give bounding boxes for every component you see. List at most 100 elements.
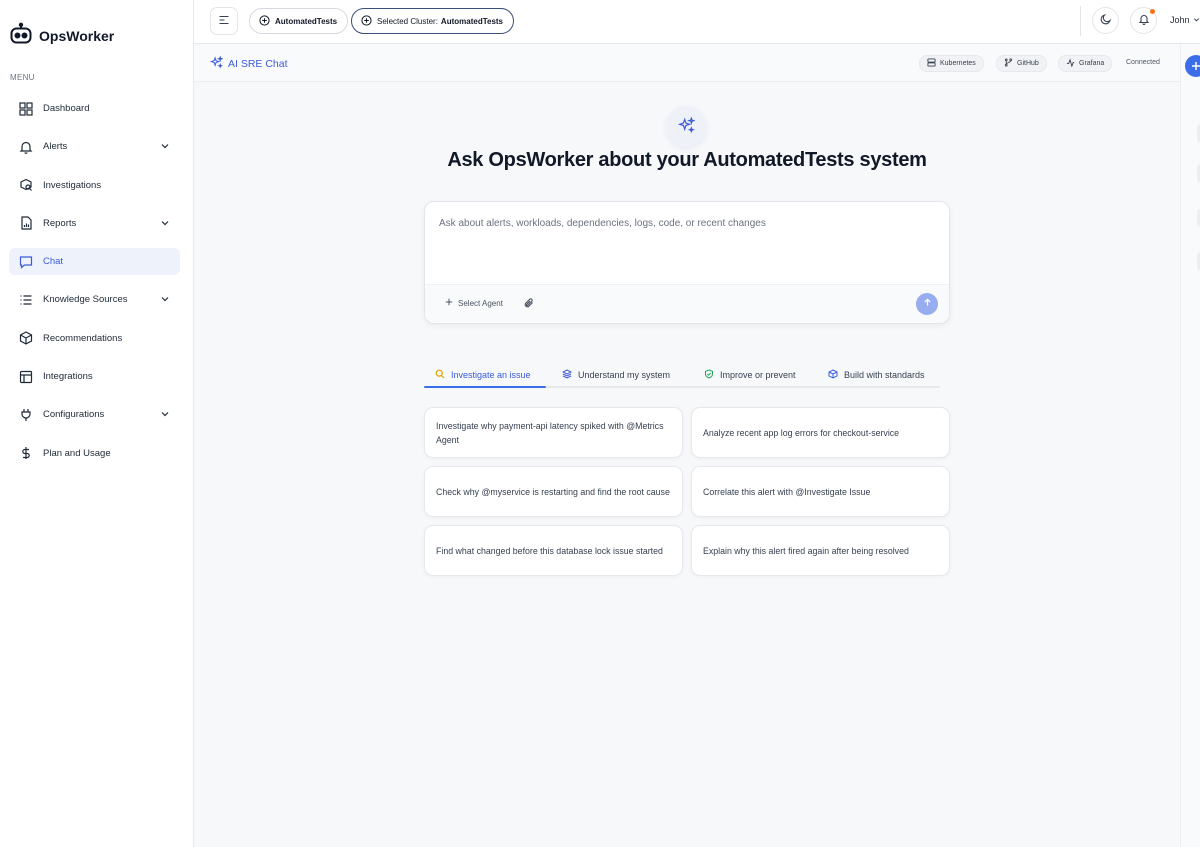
- chat-title: AI SRE Chat: [209, 55, 288, 72]
- chevron-down-icon: [160, 294, 170, 307]
- tab-rule: [546, 386, 940, 388]
- sparkles-icon: [677, 115, 696, 137]
- app-name: OpsWorker: [39, 27, 115, 44]
- sidebar-item-reports[interactable]: Reports: [9, 210, 180, 237]
- sidebar-item-knowledge-sources[interactable]: Knowledge Sources: [9, 286, 180, 313]
- workspace-selector[interactable]: AutomatedTests: [249, 8, 349, 34]
- composer-footer: Select Agent: [425, 284, 949, 323]
- sidebar-item-label: Chat: [43, 256, 64, 268]
- cluster-label: Selected Cluster:: [377, 16, 438, 26]
- sidebar-item-alerts[interactable]: Alerts: [9, 133, 180, 160]
- send-button[interactable]: [916, 293, 938, 315]
- suggestion-card[interactable]: Find what changed before this database l…: [424, 525, 683, 576]
- chip-grafana[interactable]: Grafana: [1058, 55, 1113, 72]
- cluster-selector[interactable]: Selected Cluster: AutomatedTests: [351, 8, 515, 34]
- tab-label: Understand my system: [578, 370, 671, 380]
- chip-label: Grafana: [1079, 60, 1105, 67]
- logo[interactable]: OpsWorker: [9, 22, 114, 49]
- chevron-down-icon: [160, 409, 170, 422]
- chevron-down-icon: [1193, 15, 1200, 25]
- chat-input[interactable]: [439, 218, 935, 278]
- sidebar: OpsWorker MENU Dashboard Alerts Investig…: [0, 0, 194, 847]
- attach-button[interactable]: [523, 297, 535, 312]
- new-chat-button[interactable]: [1185, 55, 1200, 77]
- layers-icon: [561, 369, 573, 381]
- cube-icon: [828, 369, 838, 381]
- sidebar-item-recommendations[interactable]: Recommendations: [9, 325, 180, 352]
- chat-composer: Select Agent: [424, 201, 950, 324]
- prompt-category-tabs: Investigate an issue Understand my syste…: [424, 362, 950, 388]
- plus-circle-icon: [259, 14, 270, 28]
- server-icon: [927, 58, 936, 69]
- page-title: Ask OpsWorker about your AutomatedTests …: [447, 149, 927, 171]
- grid-icon: [18, 101, 34, 117]
- sidebar-item-chat[interactable]: Chat: [9, 248, 180, 276]
- chevron-down-icon: [160, 218, 170, 231]
- suggestion-card[interactable]: Investigate why payment-api latency spik…: [424, 407, 683, 458]
- select-agent-button[interactable]: Select Agent: [445, 298, 503, 308]
- bell-icon: [1138, 13, 1150, 28]
- sidebar-item-label: Reports: [43, 217, 77, 229]
- suggestion-card[interactable]: Analyze recent app log errors for checko…: [691, 407, 950, 458]
- sidebar-item-label: Investigations: [43, 179, 102, 191]
- sidebar-nav: Dashboard Alerts Investigations Reports …: [9, 95, 180, 478]
- sidebar-item-plan-and-usage[interactable]: Plan and Usage: [9, 440, 180, 467]
- select-agent-label: Select Agent: [458, 298, 503, 308]
- shield-check-icon: [704, 369, 714, 381]
- tab-label: Build with standards: [844, 370, 925, 380]
- search-box-icon: [18, 177, 34, 193]
- cube-icon: [18, 330, 34, 346]
- sidebar-item-label: Recommendations: [43, 332, 123, 344]
- activity-icon: [1066, 58, 1075, 69]
- chat-icon: [18, 254, 34, 270]
- user-menu[interactable]: John: [1170, 15, 1200, 25]
- plus-icon: [1191, 58, 1200, 74]
- tab-improve[interactable]: Improve or prevent: [704, 362, 796, 388]
- sidebar-item-dashboard[interactable]: Dashboard: [9, 95, 180, 122]
- plug-icon: [18, 407, 34, 423]
- sidebar-item-configurations[interactable]: Configurations: [9, 401, 180, 428]
- chip-label: Kubernetes: [940, 60, 976, 67]
- top-bar: AutomatedTests Selected Cluster: Automat…: [194, 0, 1200, 44]
- moon-icon: [1100, 13, 1112, 28]
- tab-investigate[interactable]: Investigate an issue: [435, 362, 531, 388]
- sidebar-item-label: Integrations: [43, 371, 93, 383]
- git-branch-icon: [1004, 58, 1013, 69]
- sidebar-item-investigations[interactable]: Investigations: [9, 172, 180, 199]
- notifications-button[interactable]: [1130, 7, 1157, 34]
- hero-badge: [666, 106, 707, 147]
- table-icon: [18, 369, 34, 385]
- chip-kubernetes[interactable]: Kubernetes: [919, 55, 984, 72]
- dollar-icon: [18, 445, 34, 461]
- sidebar-item-label: Plan and Usage: [43, 447, 111, 459]
- menu-label: MENU: [10, 73, 35, 82]
- sidebar-item-integrations[interactable]: Integrations: [9, 363, 180, 390]
- search-icon: [435, 369, 445, 381]
- paperclip-icon: [523, 298, 535, 312]
- user-name: John: [1170, 15, 1190, 25]
- notification-dot: [1150, 9, 1155, 14]
- suggestion-card[interactable]: Correlate this alert with @Investigate I…: [691, 466, 950, 517]
- divider: [1080, 6, 1081, 36]
- chat-title-text: AI SRE Chat: [228, 58, 288, 70]
- chip-label[interactable]: GitHub: [1017, 60, 1039, 67]
- plus-circle-icon: [361, 14, 372, 28]
- report-icon: [18, 215, 34, 231]
- chip-github[interactable]: GitHub: [996, 55, 1047, 72]
- suggestion-card[interactable]: Check why @myservice is restarting and f…: [424, 466, 683, 517]
- toggle-sidebar-button[interactable]: [210, 7, 238, 35]
- tab-build[interactable]: Build with standards: [828, 362, 925, 388]
- menu-icon: [218, 14, 230, 29]
- theme-toggle-button[interactable]: [1092, 7, 1119, 34]
- right-panel: [1180, 44, 1200, 847]
- sidebar-item-label: Knowledge Sources: [43, 294, 128, 306]
- sparkles-icon: [209, 55, 224, 72]
- connection-status: Connected: [1126, 59, 1160, 66]
- suggestion-card[interactable]: Explain why this alert fired again after…: [691, 525, 950, 576]
- tab-label: Improve or prevent: [720, 370, 796, 380]
- tab-understand[interactable]: Understand my system: [561, 362, 671, 388]
- robot-logo-icon: [9, 22, 33, 49]
- bell-icon: [18, 139, 34, 155]
- plus-icon: [445, 298, 453, 308]
- active-tab-indicator: [424, 386, 546, 388]
